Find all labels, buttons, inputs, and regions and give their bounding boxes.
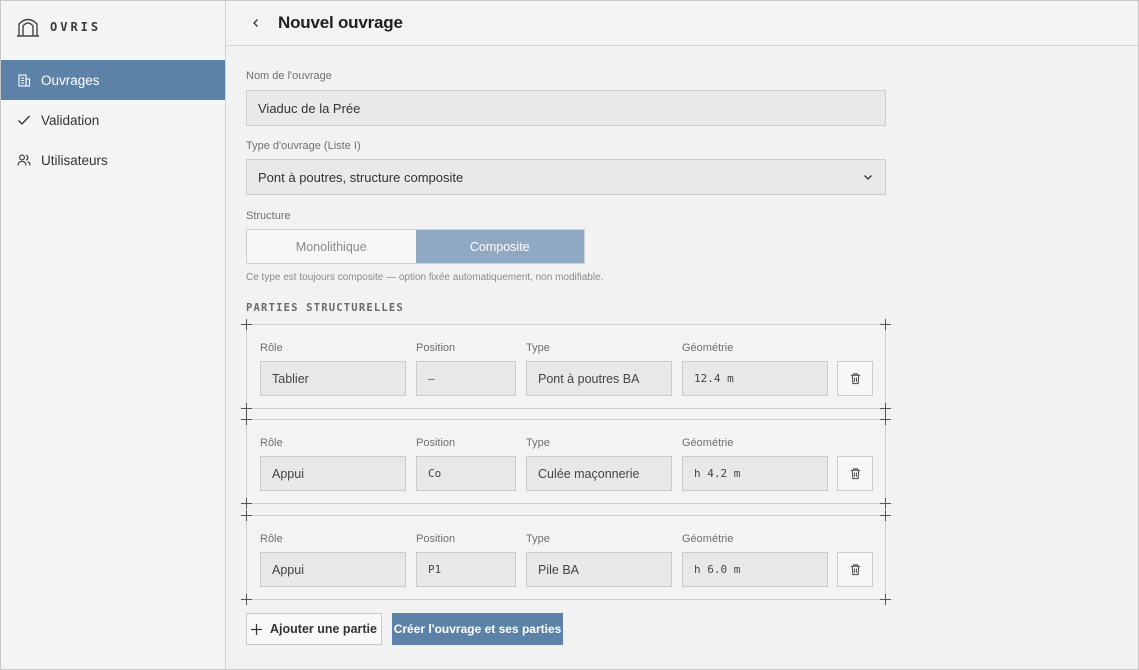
delete-part-button[interactable] xyxy=(837,552,873,587)
sidebar-item-label: Ouvrages xyxy=(41,72,100,88)
name-label: Nom de l'ouvrage xyxy=(246,70,332,82)
sidebar-item-ouvrages[interactable]: Ouvrages xyxy=(1,60,225,100)
structural-part-card: Rôle Position Type Géométrie Tablier — P… xyxy=(241,319,891,414)
structure-name-input[interactable]: Viaduc de la Prée xyxy=(246,90,886,126)
logo: OVRIS xyxy=(16,15,101,39)
sidebar: OVRIS Ouvrages Validation Utilisateurs xyxy=(1,1,226,669)
type-label: Type d'ouvrage (Liste I) xyxy=(246,140,361,152)
delete-part-button[interactable] xyxy=(837,361,873,396)
role-label: Rôle xyxy=(260,533,283,545)
chevron-down-icon xyxy=(864,175,872,180)
geometry-label: Géométrie xyxy=(682,342,734,354)
option-composite[interactable]: Composite xyxy=(415,230,584,263)
trash-icon xyxy=(850,468,860,480)
page-header: Nouvel ouvrage xyxy=(226,1,1138,46)
role-label: Rôle xyxy=(260,437,283,449)
type-input[interactable]: Culée maçonnerie xyxy=(526,456,672,491)
section-title: PARTIES STRUCTURELLES xyxy=(246,302,404,314)
position-label: Position xyxy=(416,437,456,449)
type-label: Type xyxy=(526,437,550,449)
corner-marker xyxy=(241,403,252,414)
role-input[interactable]: Appui xyxy=(260,456,406,491)
add-part-button[interactable]: Ajouter une partie xyxy=(246,613,382,645)
option-monolithique[interactable]: Monolithique xyxy=(247,230,416,263)
position-label: Position xyxy=(416,342,456,354)
corner-marker xyxy=(241,414,252,425)
plus-icon xyxy=(251,623,263,635)
users-icon xyxy=(17,154,31,166)
structure-label: Structure xyxy=(246,210,291,222)
create-structure-button[interactable]: Créer l'ouvrage et ses parties xyxy=(392,613,563,645)
app-window: OVRIS Ouvrages Validation Utilisateurs N… xyxy=(0,0,1139,670)
geometry-input[interactable]: 12.4 m xyxy=(682,361,828,396)
sidebar-item-label: Validation xyxy=(41,112,100,128)
corner-marker xyxy=(880,319,891,330)
role-input[interactable]: Appui xyxy=(260,552,406,587)
role-input[interactable]: Tablier xyxy=(260,361,406,396)
sidebar-item-label: Utilisateurs xyxy=(41,152,108,168)
trash-icon xyxy=(850,373,860,385)
position-input[interactable]: P1 xyxy=(416,552,516,587)
delete-part-button[interactable] xyxy=(837,456,873,491)
corner-marker xyxy=(880,403,891,414)
geometry-label: Géométrie xyxy=(682,437,734,449)
app-name: OVRIS xyxy=(50,20,102,34)
corner-marker xyxy=(880,414,891,425)
structure-hint: Ce type est toujours composite — option … xyxy=(246,272,604,283)
corner-marker xyxy=(880,498,891,509)
geometry-input[interactable]: h 6.0 m xyxy=(682,552,828,587)
type-label: Type xyxy=(526,342,550,354)
page-title: Nouvel ouvrage xyxy=(278,13,403,32)
geometry-label: Géométrie xyxy=(682,533,734,545)
type-input[interactable]: Pont à poutres BA xyxy=(526,361,672,396)
role-label: Rôle xyxy=(260,342,283,354)
position-input[interactable]: Co xyxy=(416,456,516,491)
check-icon xyxy=(18,115,30,125)
structure-type-select[interactable]: Pont à poutres, structure composite xyxy=(246,159,886,195)
corner-marker xyxy=(241,594,252,605)
structure-toggle: Monolithique Composite xyxy=(246,229,585,264)
sidebar-item-validation[interactable]: Validation xyxy=(1,100,225,140)
type-label: Type xyxy=(526,533,550,545)
bridge-logo-icon xyxy=(17,18,39,37)
geometry-input[interactable]: h 4.2 m xyxy=(682,456,828,491)
add-part-label: Ajouter une partie xyxy=(270,622,377,636)
position-label: Position xyxy=(416,533,456,545)
building-icon xyxy=(18,74,31,87)
chevron-left-icon xyxy=(253,19,258,27)
corner-marker xyxy=(241,498,252,509)
corner-marker xyxy=(241,319,252,330)
position-input[interactable]: — xyxy=(416,361,516,396)
structural-part-card: Rôle Position Type Géométrie Appui P1 Pi… xyxy=(241,510,891,605)
corner-marker xyxy=(241,510,252,521)
sidebar-item-utilisateurs[interactable]: Utilisateurs xyxy=(1,140,225,180)
back-button[interactable] xyxy=(248,15,264,31)
type-input[interactable]: Pile BA xyxy=(526,552,672,587)
structure-type-value: Pont à poutres, structure composite xyxy=(258,169,464,185)
trash-icon xyxy=(850,564,860,576)
structural-part-card: Rôle Position Type Géométrie Appui Co Cu… xyxy=(241,414,891,509)
sidebar-nav: Ouvrages Validation Utilisateurs xyxy=(1,60,225,180)
corner-marker xyxy=(880,510,891,521)
corner-marker xyxy=(880,594,891,605)
